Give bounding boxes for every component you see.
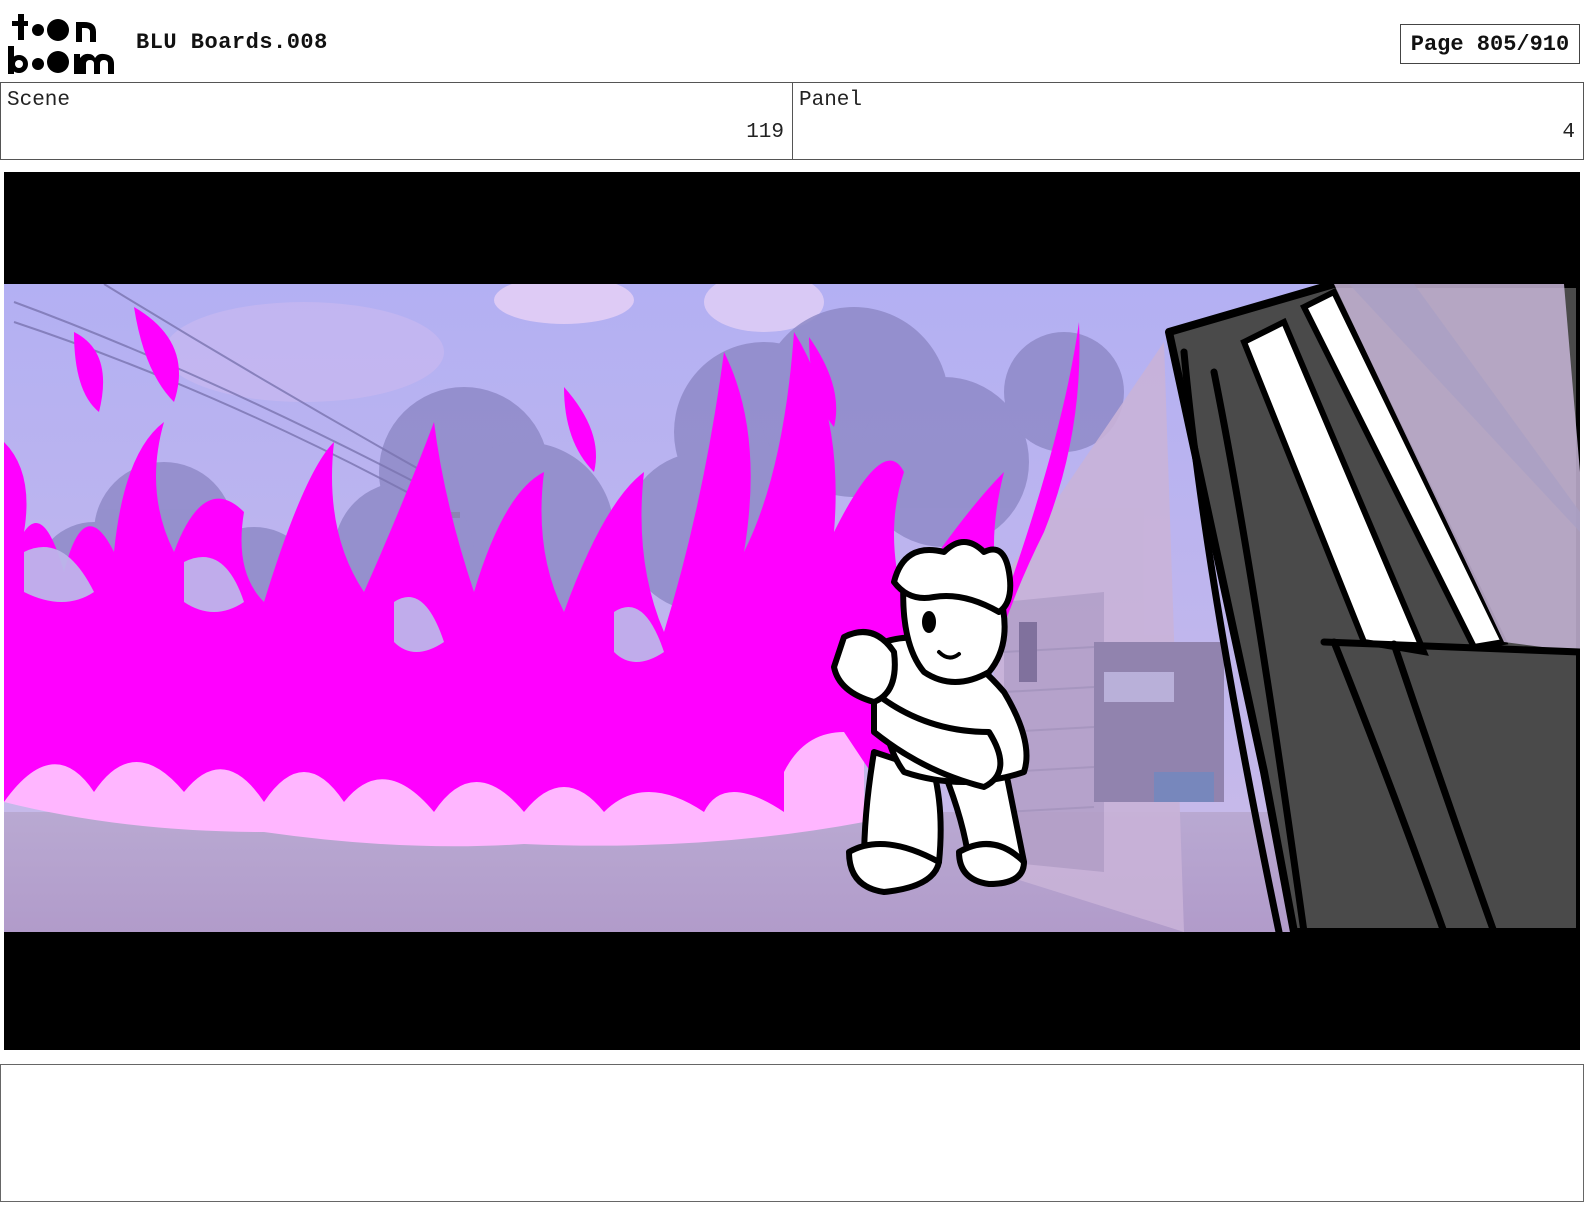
page-number-box: Page 805/910 xyxy=(1400,24,1580,64)
panel-cell: Panel 4 xyxy=(793,83,1583,159)
storyboard-drawing xyxy=(4,172,1580,1050)
panel-number: 4 xyxy=(1562,121,1575,144)
scene-panel-info-row: Scene 119 Panel 4 xyxy=(0,82,1584,160)
document-title: BLU Boards.008 xyxy=(136,30,328,55)
letterbox-bottom xyxy=(4,932,1580,1050)
toon-boom-logo xyxy=(4,12,116,76)
scene-cell: Scene 119 xyxy=(1,83,793,159)
toon-boom-logo-icon xyxy=(8,14,114,74)
page-number-label: Page 805/910 xyxy=(1410,31,1570,57)
scene-number: 119 xyxy=(746,121,784,144)
scene-label: Scene xyxy=(7,89,71,112)
panel-label: Panel xyxy=(799,89,863,112)
letterbox-top xyxy=(4,172,1580,284)
storyboard-frame xyxy=(4,172,1580,1050)
panel-notes-box xyxy=(0,1064,1584,1202)
